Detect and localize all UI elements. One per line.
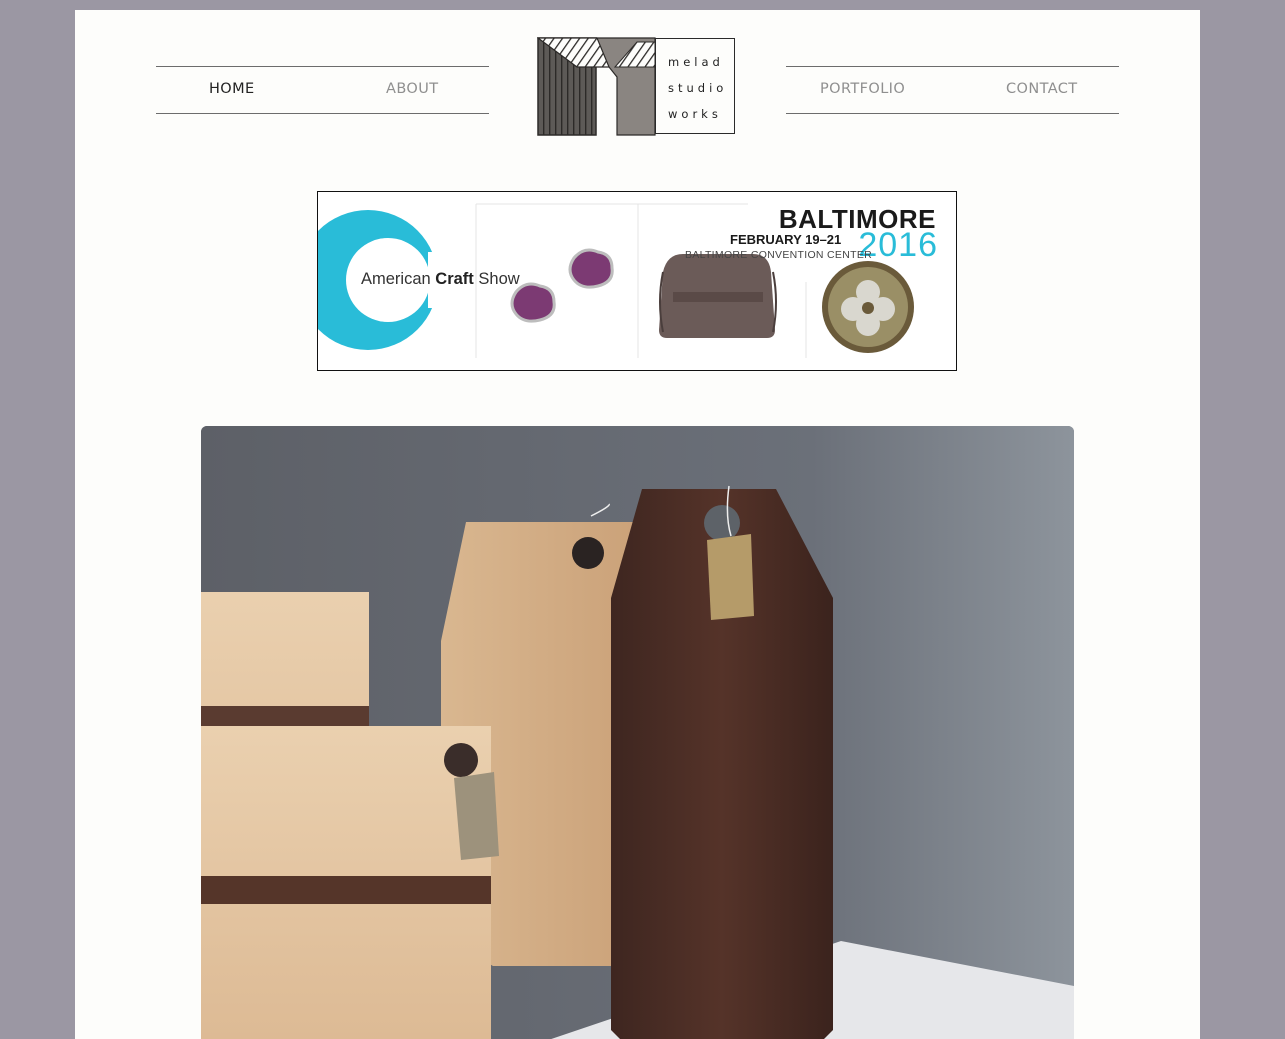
- earring-right: [568, 248, 614, 289]
- nav-right: PORTFOLIO CONTACT: [786, 66, 1119, 114]
- decorative-plate: [822, 261, 914, 353]
- cutting-boards-illustration: [201, 426, 1074, 1039]
- nav-contact-link[interactable]: CONTACT: [1006, 81, 1078, 97]
- logo-text-box: melad studio works: [655, 38, 735, 134]
- banner-dates: FEBRUARY 19–21: [730, 232, 842, 247]
- melad-studio-works-logo[interactable]: melad studio works: [536, 37, 737, 137]
- earring-left: [510, 282, 556, 323]
- nav-left: HOME ABOUT: [156, 66, 489, 114]
- page-content: HOME ABOUT melad studio works PORTFOLIO …: [75, 10, 1200, 1039]
- logo-line-1: melad: [668, 55, 724, 69]
- cutting-boards-photo: [201, 426, 1074, 1039]
- nav-home-link[interactable]: HOME: [209, 81, 255, 97]
- logo-line-3: works: [668, 107, 722, 121]
- show-name: American Craft Show: [361, 270, 520, 288]
- nav-portfolio-link[interactable]: PORTFOLIO: [820, 81, 905, 97]
- banner-venue: BALTIMORE CONVENTION CENTER: [685, 249, 873, 261]
- logo-line-2: studio: [668, 81, 728, 95]
- handbag: [659, 254, 777, 338]
- nav-about-link[interactable]: ABOUT: [386, 81, 439, 97]
- craft-show-banner[interactable]: American Craft Show BALTIMORE FEBRUARY 1…: [317, 191, 957, 371]
